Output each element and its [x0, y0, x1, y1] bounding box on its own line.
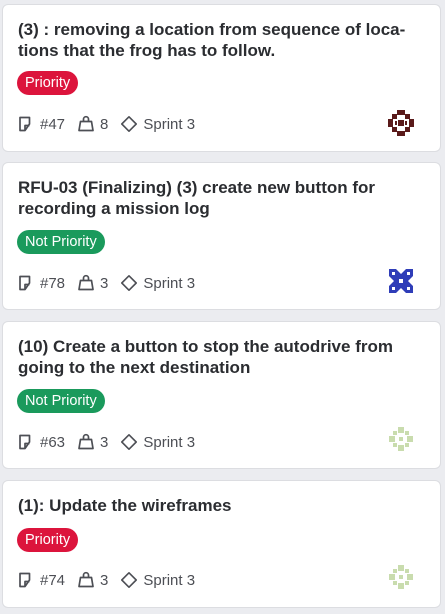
issue-icon: [17, 115, 35, 133]
story-points: 8: [100, 115, 109, 133]
issue-meta: #74 3 Sprint 3: [17, 569, 195, 591]
iteration-icon: [120, 274, 138, 292]
issue-number[interactable]: #63: [40, 434, 65, 451]
issue-number[interactable]: #47: [40, 116, 65, 133]
issue-meta: #78 3 Sprint 3: [17, 272, 195, 294]
issue-title[interactable]: (3) : removing a location from sequence …: [18, 19, 424, 61]
iteration-icon: [120, 115, 138, 133]
issue-meta: #63 3 Sprint 3: [17, 431, 195, 453]
weight-icon: [77, 571, 95, 589]
weight-icon: [77, 433, 95, 451]
sprint-label[interactable]: Sprint 3: [143, 434, 195, 451]
issue-title[interactable]: RFU-03 (Finalizing) (3) create new butto…: [18, 177, 424, 219]
assignee-avatar[interactable]: [386, 266, 416, 296]
priority-badge: Not Priority: [17, 389, 105, 413]
weight-icon: [77, 115, 95, 133]
story-points: 3: [100, 433, 109, 451]
issue-card[interactable]: (10) Create a button to stop the autodri…: [2, 321, 441, 469]
iteration-icon: [120, 433, 138, 451]
issue-card[interactable]: (1): Update the wireframes Priority #74 …: [2, 480, 441, 608]
weight-icon: [77, 274, 95, 292]
issue-title[interactable]: (10) Create a button to stop the autodri…: [18, 336, 424, 378]
issue-title[interactable]: (1): Update the wireframes: [18, 495, 424, 516]
sprint-label[interactable]: Sprint 3: [143, 572, 195, 589]
priority-badge: Priority: [17, 528, 79, 552]
assignee-avatar[interactable]: [386, 562, 416, 592]
issue-meta: #47 8 Sprint 3: [17, 113, 195, 135]
assignee-avatar[interactable]: [386, 108, 416, 138]
issue-number[interactable]: #78: [40, 275, 65, 292]
issue-number[interactable]: #74: [40, 572, 65, 589]
story-points: 3: [100, 274, 109, 292]
priority-badge: Priority: [17, 71, 79, 95]
issue-icon: [17, 433, 35, 451]
issue-card[interactable]: (3) : removing a location from sequence …: [2, 4, 441, 152]
sprint-label[interactable]: Sprint 3: [143, 275, 195, 292]
issue-board: (3) : removing a location from sequence …: [0, 0, 445, 614]
sprint-label[interactable]: Sprint 3: [143, 116, 195, 133]
issue-card[interactable]: RFU-03 (Finalizing) (3) create new butto…: [2, 162, 441, 310]
issue-icon: [17, 274, 35, 292]
priority-badge: Not Priority: [17, 230, 105, 254]
iteration-icon: [120, 571, 138, 589]
assignee-avatar[interactable]: [386, 424, 416, 454]
issue-icon: [17, 571, 35, 589]
story-points: 3: [100, 571, 109, 589]
